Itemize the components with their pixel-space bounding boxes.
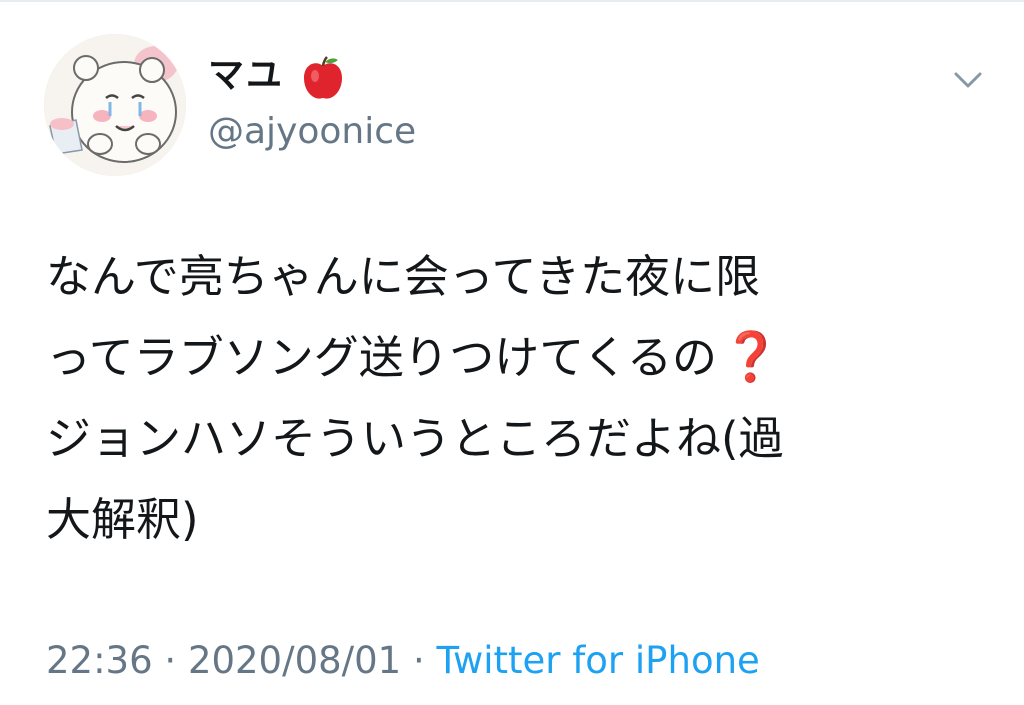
avatar-illustration (44, 34, 186, 176)
meta-separator: · (412, 639, 425, 682)
chevron-down-icon (954, 72, 982, 88)
tweet-meta: 22:36 · 2020/08/01 · Twitter for iPhone (46, 636, 760, 686)
top-divider (0, 0, 1024, 2)
tweet-line: なんで亮ちゃんに会ってきた夜に限 (46, 250, 761, 303)
red-question-mark-icon: ❓ (720, 329, 781, 385)
tweet-text: なんで亮ちゃんに会ってきた夜に限 ってラブソング送りつけてくるの❓ ジョンハソそ… (46, 236, 976, 560)
tweet-date: 2020/08/01 (187, 639, 402, 682)
red-apple-icon (304, 56, 342, 99)
meta-separator: · (164, 639, 177, 682)
tweet-line: 大解釈) (46, 493, 199, 546)
tweet-line: ジョンハソそういうところだよね(過 (46, 412, 784, 465)
tweet-source-link[interactable]: Twitter for iPhone (437, 639, 760, 682)
display-name[interactable]: マユ (208, 50, 284, 102)
user-handle[interactable]: @ajyoonice (208, 108, 416, 156)
tweet-menu-button[interactable] (946, 60, 990, 100)
tweet-line-text: ってラブソング送りつけてくるの (46, 331, 717, 384)
tweet-time: 22:36 (46, 639, 153, 682)
avatar[interactable] (44, 34, 186, 176)
tweet-line: ってラブソング送りつけてくるの❓ (46, 317, 976, 398)
